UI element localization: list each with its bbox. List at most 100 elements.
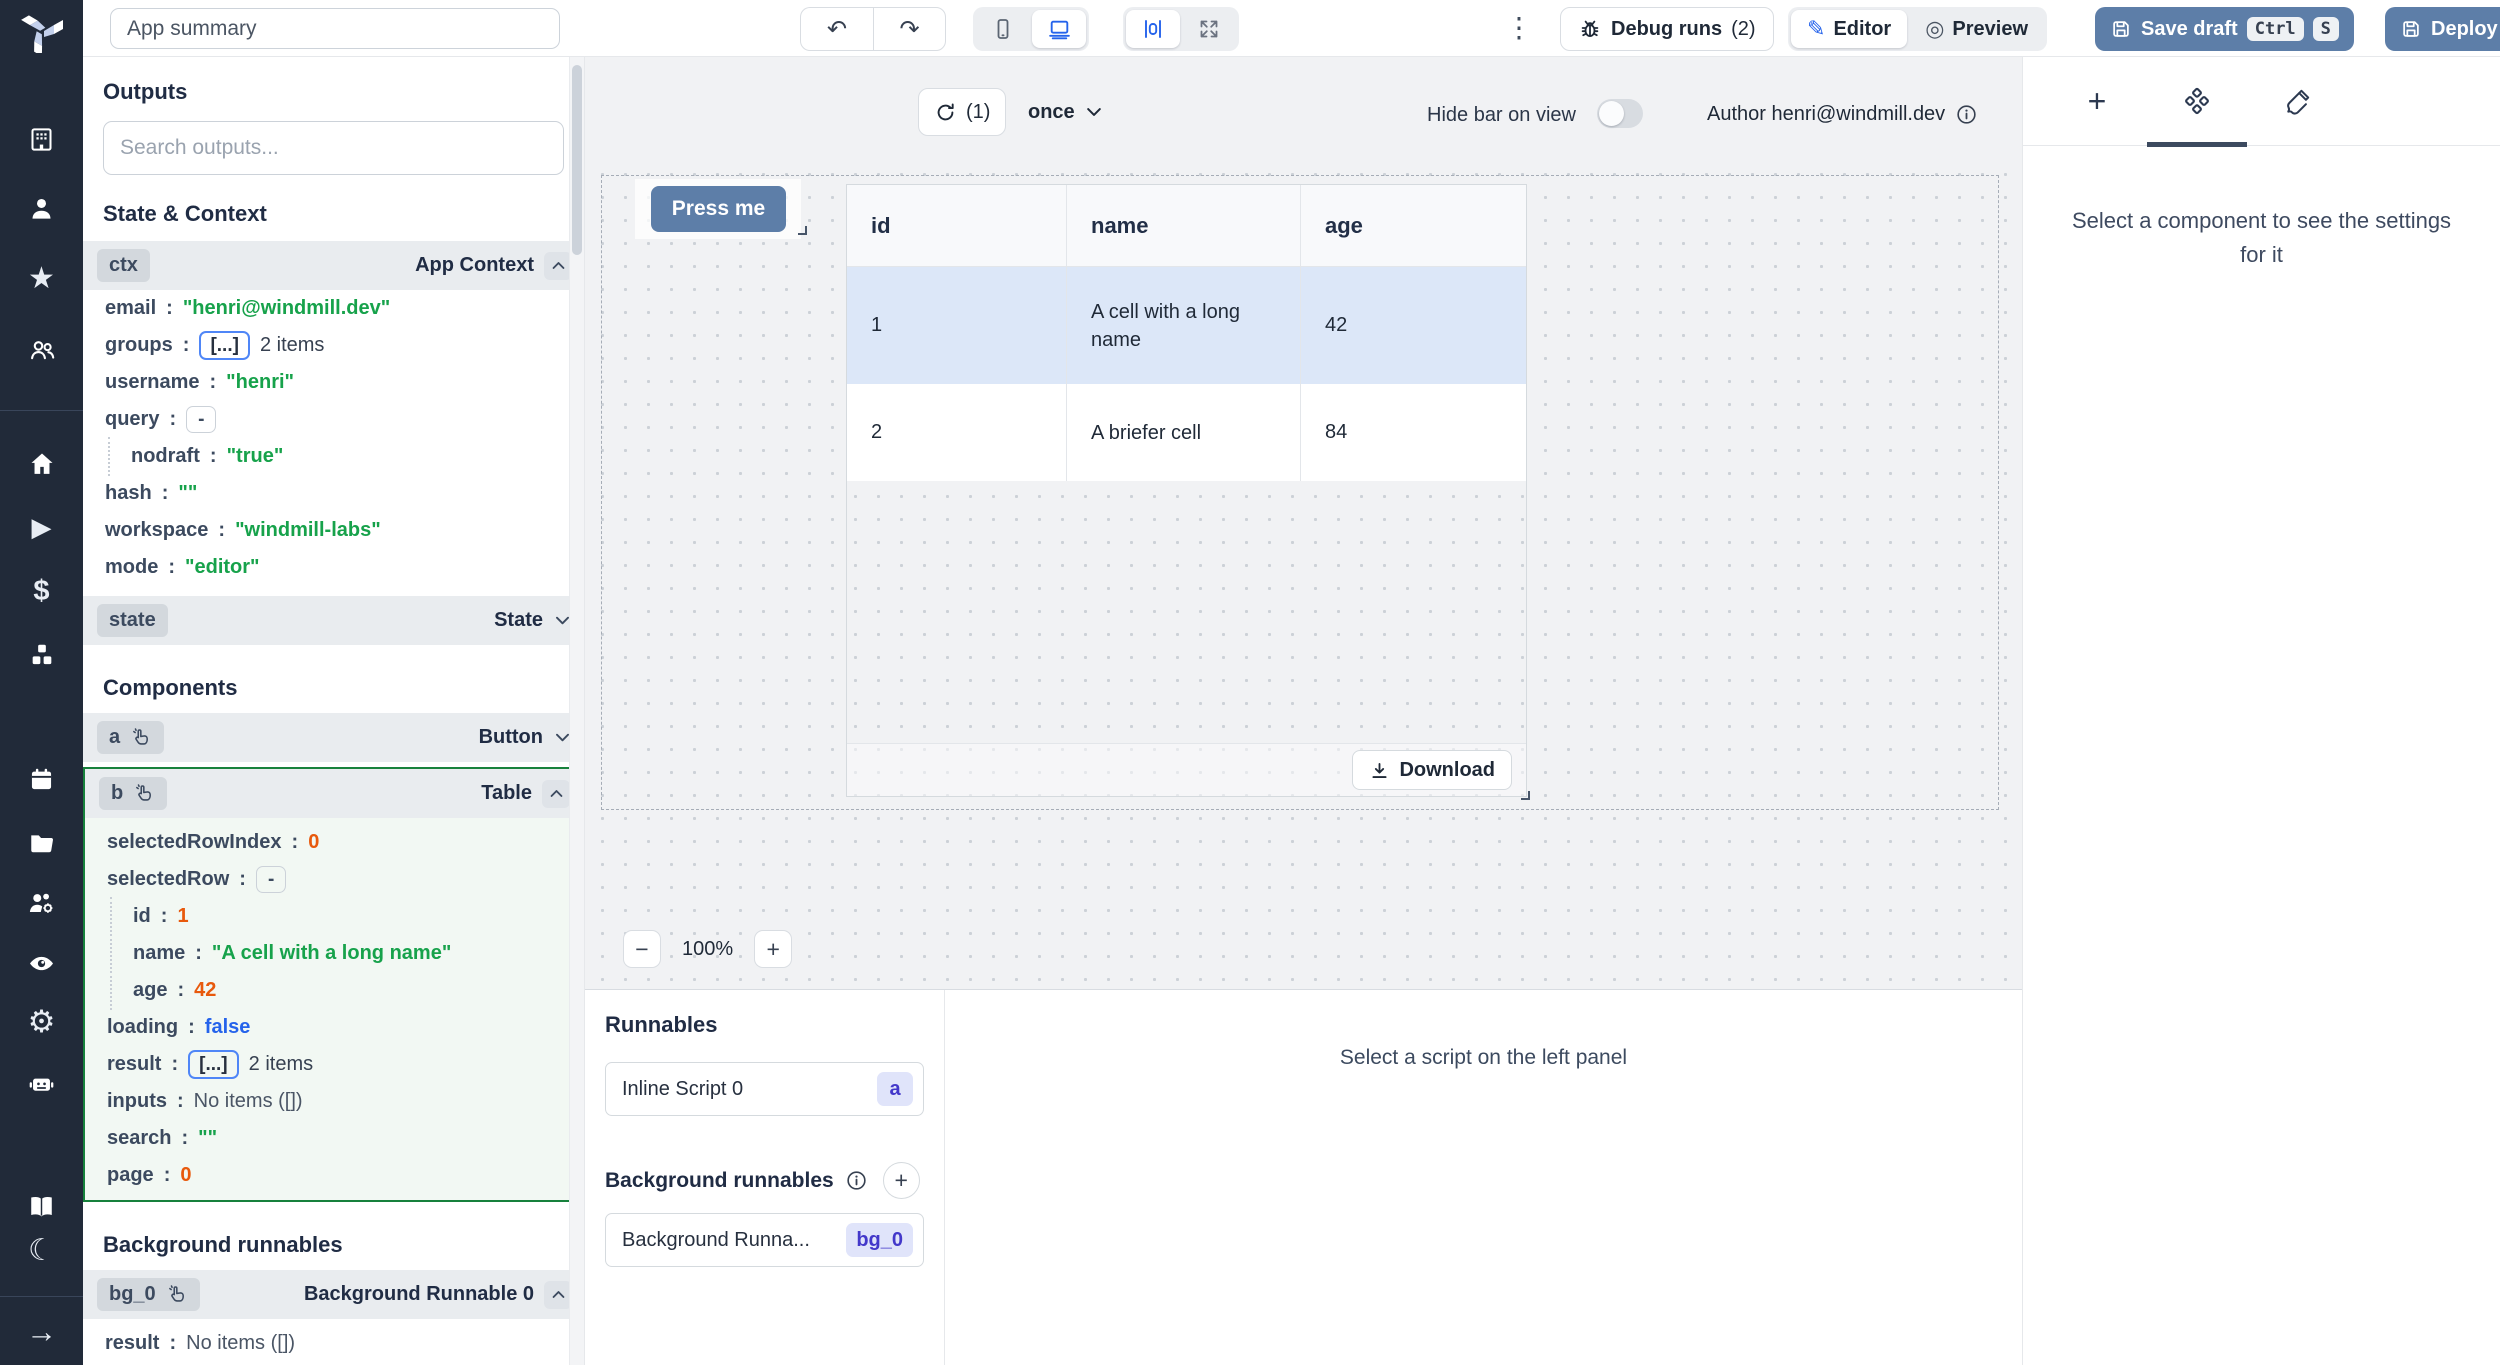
table-col-name: name [1067, 185, 1301, 266]
redo-button[interactable]: ↷ [873, 7, 946, 51]
output-field-workspace[interactable]: workspace:"windmill-labs" [83, 512, 584, 549]
settings-tabs: + [2023, 57, 2500, 146]
resize-handle[interactable] [1521, 791, 1530, 800]
groups-users-icon[interactable] [0, 336, 83, 364]
workers-users-gear-icon[interactable] [0, 889, 83, 918]
bg0-collapse-button[interactable] [544, 1281, 572, 1309]
expand-object-badge[interactable]: - [256, 866, 286, 894]
table-component[interactable]: id name age 1 A cell with a long name 42… [846, 184, 1527, 797]
output-field-bg-result[interactable]: result:No items ([]) [83, 1325, 584, 1362]
app-summary-input[interactable] [110, 8, 560, 49]
tab-component-settings[interactable] [2147, 57, 2247, 145]
ctx-section-header[interactable]: ctx App Context [83, 241, 584, 290]
hide-bar-toggle[interactable] [1597, 99, 1643, 128]
expand-array-badge[interactable]: [...] [199, 331, 250, 361]
undo-button[interactable]: ↶ [800, 7, 873, 51]
info-icon[interactable] [1955, 103, 1978, 126]
schedules-calendar-icon[interactable] [0, 766, 83, 793]
output-field-mode[interactable]: mode:"editor" [83, 549, 584, 586]
search-outputs-input[interactable] [103, 121, 564, 175]
component-b-collapse-button[interactable] [542, 780, 570, 808]
ctx-collapse-button[interactable] [544, 252, 572, 280]
output-field-search[interactable]: search:"" [85, 1120, 582, 1157]
output-field-id[interactable]: id:1 [85, 898, 582, 935]
audit-eye-icon[interactable] [0, 949, 83, 978]
workspace-building-icon[interactable] [0, 126, 83, 153]
runnables-list: Runnables Inline Script 0 a Background r… [585, 990, 945, 1365]
ai-bot-icon[interactable] [0, 1069, 83, 1098]
expand-object-badge[interactable]: - [186, 406, 216, 434]
fullscreen-button[interactable] [1182, 10, 1236, 48]
inline-script-item[interactable]: Inline Script 0 a [605, 1062, 924, 1116]
variables-dollar-icon[interactable]: $ [0, 577, 83, 606]
center-layout-button[interactable] [1126, 10, 1180, 48]
output-field-selectedrowindex[interactable]: selectedRowIndex:0 [85, 824, 582, 861]
output-field-name[interactable]: name:"A cell with a long name" [85, 935, 582, 972]
button-component-wrap[interactable]: Press me [635, 179, 801, 239]
output-field-page[interactable]: page:0 [85, 1157, 582, 1194]
settings-gear-icon[interactable]: ⚙ [0, 1006, 83, 1037]
output-field-age[interactable]: age:42 [85, 972, 582, 1009]
dark-mode-moon-icon[interactable]: ☾ [0, 1236, 83, 1266]
bg0-section-header[interactable]: bg_0 Background Runnable 0 [83, 1270, 584, 1319]
output-field-loading[interactable]: loading:false [85, 1009, 582, 1046]
output-field-groups[interactable]: groups:[...]2 items [83, 327, 584, 364]
debug-runs-button[interactable]: Debug runs (2) [1560, 7, 1774, 51]
zoom-in-button[interactable]: + [754, 930, 792, 968]
windmill-logo-icon[interactable] [0, 6, 83, 56]
settings-panel: + Select a component to see the settings… [2022, 57, 2500, 1365]
folders-icon[interactable] [0, 829, 83, 857]
download-button[interactable]: Download [1352, 750, 1512, 790]
schedule-dropdown[interactable]: once [1028, 95, 1104, 129]
windmill-app-editor: ★ ▶ $ ⚙ ☾ → [0, 0, 2500, 1365]
zoom-out-button[interactable]: − [623, 930, 661, 968]
output-field-email[interactable]: email:"henri@windmill.dev" [83, 290, 584, 327]
refresh-button[interactable]: (1) [918, 88, 1006, 136]
tab-insert-component[interactable]: + [2047, 57, 2147, 145]
undo-redo-group: ↶ ↷ [800, 7, 946, 51]
pointer-hand-icon [166, 1284, 188, 1306]
user-icon[interactable] [0, 195, 83, 222]
home-icon[interactable] [0, 450, 83, 478]
press-me-button[interactable]: Press me [651, 186, 786, 232]
favorites-star-icon[interactable]: ★ [0, 264, 83, 294]
preview-tab[interactable]: ◎ Preview [1909, 10, 2044, 48]
mobile-view-button[interactable] [976, 10, 1030, 48]
output-field-query[interactable]: query:- [83, 401, 584, 438]
output-field-username[interactable]: username:"henri" [83, 364, 584, 401]
collapse-arrow-icon[interactable]: → [0, 1316, 83, 1347]
bg0-section-label: Background Runnable 0 [304, 1283, 534, 1306]
table-row[interactable]: 2 A briefer cell 84 [847, 384, 1526, 481]
background-runnable-item[interactable]: Background Runna... bg_0 [605, 1213, 924, 1267]
editor-tab[interactable]: ✎ Editor [1791, 10, 1907, 48]
component-a-header[interactable]: a Button [83, 713, 584, 762]
docs-book-icon[interactable] [0, 1192, 83, 1221]
output-field-inputs[interactable]: inputs:No items ([]) [85, 1083, 582, 1120]
runs-play-icon[interactable]: ▶ [0, 514, 83, 540]
output-field-nodraft[interactable]: nodraft:"true" [83, 438, 584, 475]
editor-preview-group: ✎ Editor ◎ Preview [1788, 7, 2047, 51]
outputs-scrollbar[interactable] [569, 57, 584, 1365]
info-icon[interactable] [845, 1169, 868, 1192]
add-background-runnable-button[interactable]: + [883, 1162, 920, 1199]
desktop-view-button[interactable] [1032, 10, 1086, 48]
expand-array-badge[interactable]: [...] [188, 1050, 239, 1080]
background-runnable-badge: bg_0 [846, 1223, 913, 1257]
output-field-hash[interactable]: hash:"" [83, 475, 584, 512]
more-menu-button[interactable]: ⋮ [1505, 11, 1533, 44]
resources-cubes-icon[interactable] [0, 641, 83, 669]
output-field-result[interactable]: result:[...]2 items [85, 1046, 582, 1083]
tab-styling[interactable] [2247, 57, 2347, 145]
state-section-header[interactable]: state State [83, 596, 584, 645]
component-b-header[interactable]: b Table [85, 769, 582, 818]
table-row-selected[interactable]: 1 A cell with a long name 42 [847, 267, 1526, 384]
rail-divider [0, 410, 83, 411]
deploy-button[interactable]: Deploy [2385, 7, 2500, 51]
scrollbar-thumb[interactable] [572, 65, 582, 255]
output-field-selectedrow[interactable]: selectedRow:- [85, 861, 582, 898]
save-draft-button[interactable]: Save draft Ctrl S [2095, 7, 2354, 51]
layout-toggle-group [1123, 7, 1239, 51]
hide-bar-label: Hide bar on view [1427, 102, 1576, 128]
refresh-icon [934, 101, 957, 124]
resize-handle[interactable] [798, 226, 807, 235]
